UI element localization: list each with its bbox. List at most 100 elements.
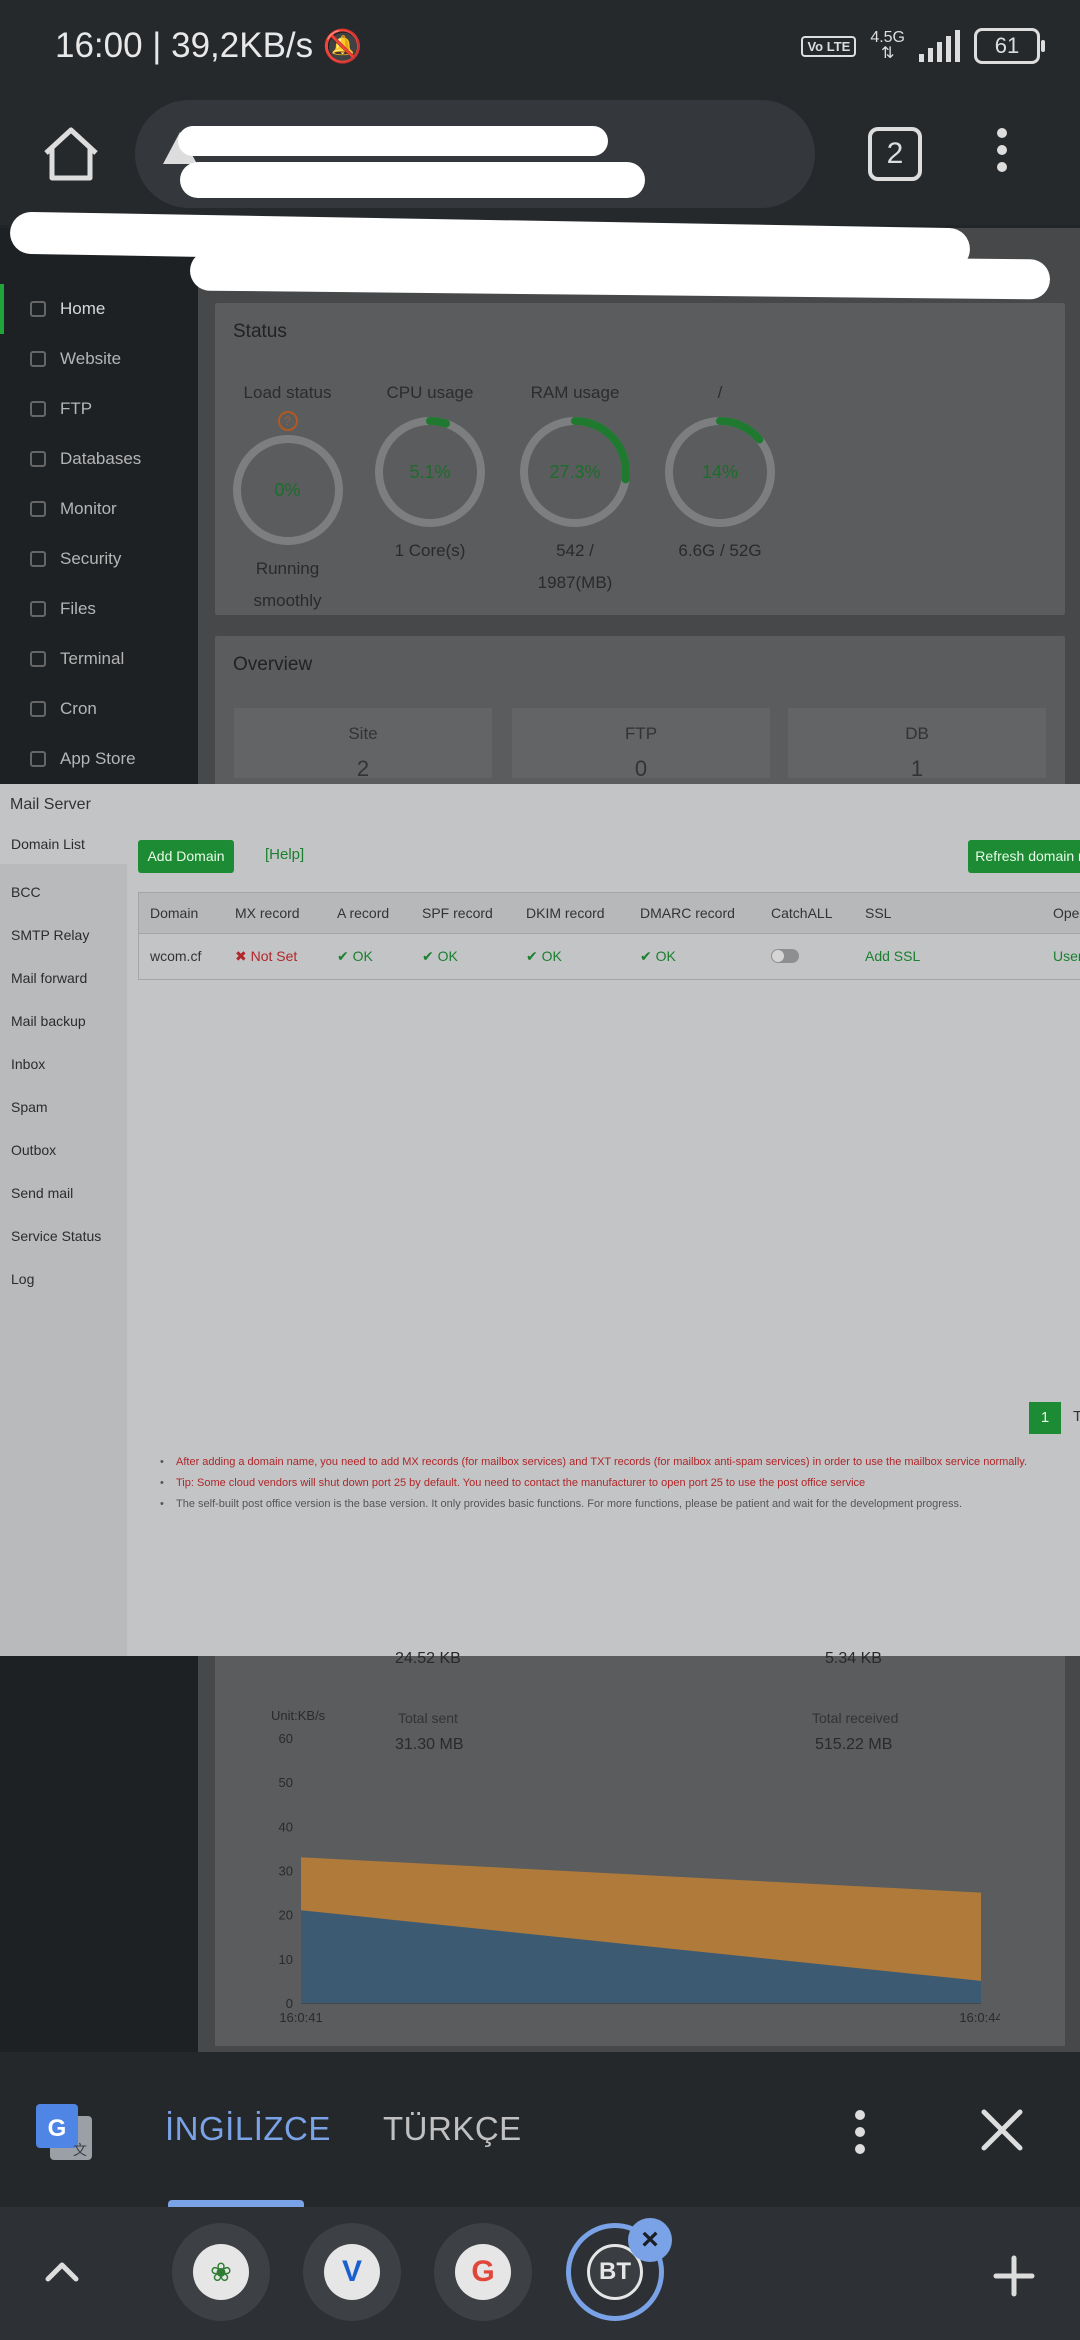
upstream-value: 24.52 KB (395, 1650, 461, 1667)
overview-db-tile[interactable]: DB 1 (788, 708, 1046, 781)
folder-icon (30, 601, 46, 617)
svg-text:G: G (48, 2115, 67, 2142)
app-bubble-2[interactable]: V (303, 2223, 401, 2321)
ftp-icon (30, 401, 46, 417)
translate-menu-icon[interactable] (850, 2110, 870, 2160)
bottom-dock (0, 2207, 1080, 2340)
gauge-arc (571, 417, 630, 484)
question-icon: ? (277, 411, 298, 431)
mail-nav-outbox[interactable]: Outbox (11, 1142, 56, 1158)
check-icon: ✔ (422, 948, 434, 964)
tips-list: After adding a domain name, you need to … (160, 1452, 1060, 1515)
overview-site-tile[interactable]: Site 2 (234, 708, 492, 781)
sidebar-item-app-store[interactable]: App Store (0, 734, 198, 784)
sidebar-item-ftp[interactable]: FTP (0, 384, 198, 434)
home-icon[interactable] (40, 125, 102, 183)
mail-nav-send-mail[interactable]: Send mail (11, 1185, 73, 1201)
calendar-icon (30, 701, 46, 717)
sidebar-item-cron[interactable]: Cron (0, 684, 198, 734)
add-ssl-link[interactable]: Add SSL (865, 948, 920, 964)
volte-badge: Vo LTE (801, 35, 857, 57)
help-link[interactable]: [Help] (265, 846, 304, 863)
terminal-icon (30, 651, 46, 667)
mail-nav-mail-forward[interactable]: Mail forward (11, 970, 87, 986)
mail-server-title: Mail Server (10, 796, 91, 813)
chart-unit-label: Unit:KB/s (271, 1708, 326, 1723)
mail-nav-service-status[interactable]: Service Status (11, 1228, 101, 1244)
overview-ftp-tile[interactable]: FTP 0 (512, 708, 770, 781)
chart-y-tick-label: 40 (279, 1819, 293, 1834)
mail-nav-bcc[interactable]: BCC (11, 884, 41, 900)
language-english[interactable]: İNGİLİZCE (165, 2110, 331, 2148)
google-translate-icon[interactable]: G 文 (34, 2102, 96, 2164)
catchall-toggle[interactable] (771, 949, 799, 963)
status-title: Status (233, 321, 287, 342)
tip-item: The self-built post office version is th… (160, 1494, 1060, 1515)
sidebar-item-home[interactable]: Home (0, 284, 202, 334)
chart-y-tick-label: 50 (279, 1775, 293, 1790)
browser-menu-icon[interactable] (992, 128, 1012, 178)
check-icon: ✔ (526, 948, 538, 964)
sidebar-item-databases[interactable]: Databases (0, 434, 198, 484)
downstream-value: 5.34 KB (825, 1650, 882, 1667)
user-link[interactable]: User (1053, 948, 1080, 964)
check-icon: ✔ (640, 948, 652, 964)
chart-y-tick-label: 30 (279, 1864, 293, 1879)
app-bubble-1[interactable]: ❀ (172, 2223, 270, 2321)
language-turkish[interactable]: TÜRKÇE (383, 2110, 522, 2148)
chart-areas (301, 1857, 981, 2003)
sidebar-item-files[interactable]: Files (0, 584, 198, 634)
mute-bell-icon: 🔕 (322, 28, 363, 64)
signal-icon (919, 30, 960, 62)
sidebar-item-security[interactable]: Security (0, 534, 198, 584)
globe-icon (30, 351, 46, 367)
table-header: Domain MX record A record SPF record DKI… (139, 893, 1080, 934)
cpu-ring: 5.1% (375, 417, 485, 527)
sidebar-item-website[interactable]: Website (0, 334, 198, 384)
redaction (178, 126, 608, 156)
overview-title: Overview (233, 654, 313, 675)
redaction (180, 162, 645, 198)
chart-x-tick-label: 16:0:41 (279, 2010, 322, 2025)
monitor-icon (30, 501, 46, 517)
tab-switcher-button[interactable]: 2 (868, 127, 922, 181)
status-card: Status Load status ? 0% Running smoothly… (215, 303, 1065, 615)
mail-nav-domain-list[interactable]: Domain List (0, 824, 127, 864)
ram-usage: RAM usage 27.3% 542 / 1987(MB) (510, 383, 640, 599)
sidebar-item-monitor[interactable]: Monitor (0, 484, 198, 534)
gauge-arc (716, 417, 764, 444)
pager-next[interactable]: T (1073, 1408, 1080, 1425)
mail-server-nav: Domain List BCC SMTP Relay Mail forward … (0, 824, 127, 1656)
mail-server-dialog: Mail Server Domain List BCC SMTP Relay M… (0, 784, 1080, 1656)
google-icon: G (455, 2244, 511, 2300)
status-time-speed: 16:00 | 39,2KB/s 🔕 (55, 26, 363, 65)
tip-item: Tip: Some cloud vendors will shut down p… (160, 1473, 1060, 1494)
mail-nav-mail-backup[interactable]: Mail backup (11, 1013, 86, 1029)
disk-usage: / 14% 6.6G / 52G (655, 383, 785, 567)
mail-nav-smtp-relay[interactable]: SMTP Relay (11, 927, 89, 943)
home-icon (30, 301, 46, 317)
app-store-icon (30, 751, 46, 767)
chart-y-tick-label: 0 (286, 1996, 293, 2011)
chart-y-tick-label: 60 (279, 1731, 293, 1746)
v-logo-icon: V (324, 2244, 380, 2300)
page-1-button[interactable]: 1 (1029, 1402, 1061, 1434)
data-arrows-icon: ⇅ (880, 45, 895, 62)
refresh-domain-button[interactable]: Refresh domain r (968, 840, 1080, 873)
check-icon: ✔ (337, 948, 349, 964)
close-icon[interactable] (980, 2108, 1024, 2152)
chart-y-tick-label: 20 (279, 1908, 293, 1923)
add-domain-button[interactable]: Add Domain (138, 840, 234, 873)
mail-nav-inbox[interactable]: Inbox (11, 1056, 45, 1072)
mail-nav-log[interactable]: Log (11, 1271, 34, 1287)
sidebar-item-terminal[interactable]: Terminal (0, 634, 198, 684)
mail-nav-spam[interactable]: Spam (11, 1099, 48, 1115)
database-icon (30, 451, 46, 467)
svg-text:文: 文 (73, 2143, 87, 2159)
tip-item: After adding a domain name, you need to … (160, 1452, 1060, 1473)
close-bubble-icon[interactable]: × (628, 2218, 672, 2262)
app-bubble-3[interactable]: G (434, 2223, 532, 2321)
network-type: 4.5G ⇅ (870, 29, 905, 62)
chevron-up-icon[interactable] (42, 2255, 82, 2285)
plus-icon[interactable] (990, 2252, 1038, 2300)
